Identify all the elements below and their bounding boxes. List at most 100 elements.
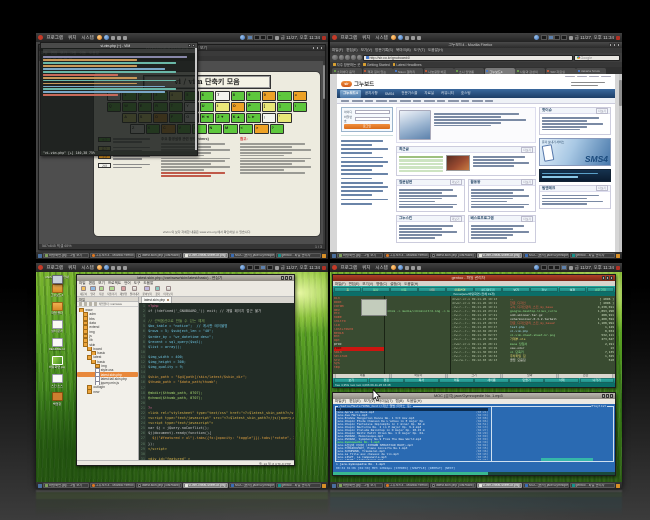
playlist-item[interactable]: jace-LISZT, Liebestraum.mp3(03:36) <box>336 459 488 460</box>
link-list[interactable] <box>397 222 464 242</box>
distro-menu-icon[interactable] <box>38 35 43 40</box>
show-desktop-icon[interactable] <box>332 484 336 488</box>
code-area[interactable]: <?phpif (!defined('_GNUBOARD_')) exit; /… <box>139 303 294 460</box>
nav-item[interactable]: 커뮤니티 <box>438 90 457 98</box>
page-scrollbar[interactable] <box>619 74 622 252</box>
taskbar-button[interactable]: gentoo - 파일 관리자 <box>276 253 322 258</box>
toolbar-button[interactable]: 미리보기 <box>163 286 173 296</box>
fm-toolbar-button[interactable]: 보기 <box>502 287 529 292</box>
window-controls[interactable] <box>609 43 620 46</box>
browser-launcher-icon[interactable] <box>104 265 109 270</box>
reload-icon[interactable] <box>345 55 350 60</box>
link-list[interactable] <box>469 186 536 211</box>
launcher-icon[interactable] <box>417 266 421 270</box>
nav-item[interactable]: 호스팅 <box>458 90 474 98</box>
bookmark-item[interactable]: Getting Started <box>363 63 389 67</box>
taskbar-button[interactable]: 그누보드4 - Mozilla Firefox <box>90 483 136 488</box>
toolbar-button[interactable]: 되돌리기 <box>107 286 117 296</box>
logout-icon[interactable] <box>322 266 326 270</box>
desktop-icon[interactable]: README.txt <box>39 338 75 352</box>
toolbar-button[interactable]: 새문서 <box>80 286 87 296</box>
logout-icon[interactable] <box>616 36 620 40</box>
window-controls[interactable] <box>188 44 195 47</box>
launcher-icon[interactable] <box>123 266 127 270</box>
update-icon[interactable] <box>240 265 245 270</box>
desktop-icon[interactable]: phpMyAdmin 안내 <box>39 275 75 279</box>
link-list[interactable] <box>469 222 536 242</box>
launcher-icon[interactable] <box>111 36 115 40</box>
places-menu[interactable]: 위치 <box>361 265 372 271</box>
system-menu[interactable]: 시스템 <box>374 265 389 271</box>
panel-clock[interactable]: 금 11/27, 오후 11:34 <box>281 35 320 41</box>
launcher-icon[interactable] <box>411 266 415 270</box>
recent-links[interactable] <box>473 155 533 173</box>
update-icon[interactable] <box>534 35 539 40</box>
directory-row[interactable]: tmp <box>334 366 384 370</box>
fm-symlink-pane[interactable]: cdrom -> media/cdrominitrd.img -> boot/i… <box>385 296 451 374</box>
launcher-icon[interactable] <box>117 266 121 270</box>
recent-thumbnail[interactable] <box>446 155 470 171</box>
toolbar-button[interactable]: 찾기 <box>155 286 161 296</box>
launcher-icon[interactable] <box>117 36 121 40</box>
firefox-launcher-icon[interactable] <box>391 265 396 270</box>
taskbar-button[interactable]: 바탕화면.jpg - 그림 보기 <box>43 253 89 258</box>
launcher-icon[interactable] <box>405 266 409 270</box>
window-controls[interactable] <box>312 46 323 49</box>
home-icon[interactable] <box>357 55 362 60</box>
volume-icon[interactable] <box>275 36 279 40</box>
fm-toolbar-button[interactable]: 홈 <box>334 287 361 292</box>
taskbar-button[interactable]: gentoo - 파일 관리자 <box>570 483 616 488</box>
launcher-icon[interactable] <box>123 36 127 40</box>
symlink-row[interactable]: initrd.img -> boot/initrd.img-2.6.26 <box>422 309 451 313</box>
browser-launcher-icon[interactable] <box>398 35 403 40</box>
tree-item[interactable]: new <box>77 390 138 394</box>
sir-logo[interactable]: sir <box>341 81 352 87</box>
taskbar-button[interactable]: 그누보드4 - Mozilla Firefox <box>384 483 430 488</box>
distro-menu-icon[interactable] <box>332 35 337 40</box>
desktop-icon[interactable]: 바탕화면.jpg <box>39 356 75 370</box>
link-list[interactable] <box>397 186 464 211</box>
header-links[interactable] <box>571 81 611 88</box>
launcher-icon[interactable] <box>111 266 115 270</box>
function-button[interactable]: 새이름 <box>474 378 508 382</box>
panel-clock[interactable]: 금 11/27, 오후 11:34 <box>575 35 614 41</box>
pw-field[interactable] <box>355 117 390 121</box>
panel-clock[interactable]: 금 11/27, 오후 11:34 <box>281 265 320 271</box>
panel-clock[interactable]: 금 11/27, 오후 11:34 <box>575 265 614 271</box>
taskbar-button[interactable]: gentoo - 파일 관리자 <box>276 483 322 488</box>
desktop-icon[interactable]: 그누보드4 <box>39 284 75 298</box>
applications-menu[interactable]: 프로그램 <box>339 35 359 41</box>
fm-toolbar-button[interactable]: 새디렉토리 <box>474 287 501 292</box>
system-menu[interactable]: 시스템 <box>80 35 95 41</box>
taskbar-button[interactable]: MOC (음악) jace/Gymnopedie <box>229 483 275 488</box>
function-button[interactable]: 복사 <box>404 378 438 382</box>
site-logo-text[interactable]: 그누보드 <box>354 80 374 88</box>
browser-launcher-icon[interactable] <box>104 35 109 40</box>
taskbar-button-active[interactable]: vi-vim-cheat-sheet-kr.png <box>183 253 229 258</box>
distro-menu-icon[interactable] <box>332 265 337 270</box>
show-desktop-icon[interactable] <box>38 254 42 258</box>
recent-table[interactable] <box>399 155 443 173</box>
more-button[interactable]: 더보기 <box>521 179 533 185</box>
close-tab-icon[interactable] <box>167 299 170 302</box>
window-controls[interactable] <box>281 276 292 279</box>
fm-toolbar-button[interactable]: 정보 <box>530 287 557 292</box>
places-menu[interactable]: 위치 <box>361 35 372 41</box>
launcher-icon[interactable] <box>417 36 421 40</box>
editor-tab-active[interactable]: latest.skin.php <box>141 296 172 303</box>
taskbar-button[interactable]: 바탕화면.jpg - 그림 보기 <box>337 483 383 488</box>
toolbar-button[interactable]: 잘라내기 <box>130 286 140 296</box>
desktop-icon[interactable]: 백업함 <box>39 392 75 406</box>
browser-launcher-icon[interactable] <box>398 265 403 270</box>
fm-file-pane[interactable]: drwxr-xr-x 09-11-26 19:13..[ 4096 ]drwxr… <box>451 296 615 374</box>
symlink-row[interactable]: cdrom -> media/cdrom <box>386 309 422 313</box>
volume-icon[interactable] <box>569 266 573 270</box>
trash-icon[interactable] <box>616 484 620 488</box>
taskbar-button[interactable]: latest.skin.php (/var/www) <box>136 483 182 488</box>
viewer-scrollbar[interactable] <box>323 61 326 244</box>
taskbar-button-active[interactable]: vi-vim-cheat-sheet-kr.png <box>477 253 523 258</box>
window-controls[interactable] <box>602 394 613 397</box>
code-editor-window[interactable]: latest.skin.php (/var/www/skin/latest/ba… <box>76 274 295 466</box>
taskbar-button[interactable]: latest.skin.php (/var/www) <box>430 483 476 488</box>
more-button[interactable]: 더보기 <box>450 216 462 222</box>
